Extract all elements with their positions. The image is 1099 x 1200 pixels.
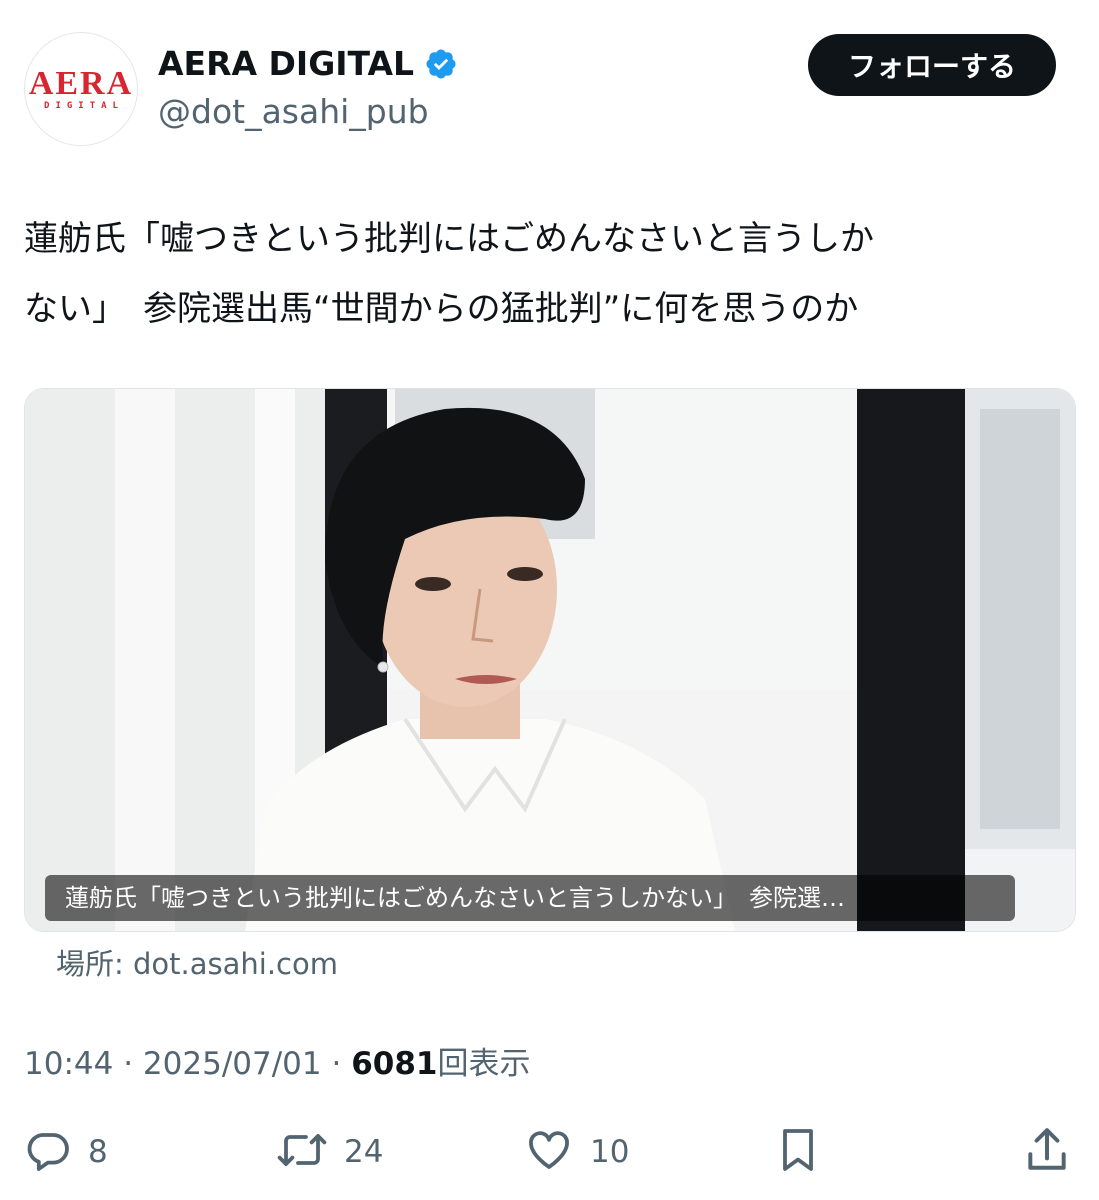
- verified-badge-icon: [424, 47, 458, 81]
- tweet-time[interactable]: 10:44: [24, 1046, 113, 1082]
- share-button[interactable]: [1024, 1120, 1070, 1184]
- link-card[interactable]: 蓮舫氏「嘘つきという批判にはごめんなさいと言うしかない」 参院選…: [24, 388, 1076, 932]
- action-bar: 8 24 10: [24, 1120, 1084, 1184]
- meta-separator: ·: [331, 1046, 342, 1082]
- article-photo: [25, 389, 1075, 931]
- tweet-meta: 10:44 · 2025/07/01 · 6081回表示: [24, 1042, 530, 1086]
- display-name[interactable]: AERA DIGITAL: [158, 42, 458, 86]
- share-icon: [1024, 1125, 1070, 1179]
- views-label: 回表示: [437, 1046, 531, 1082]
- display-name-text: AERA DIGITAL: [158, 44, 415, 83]
- heart-icon: [524, 1126, 574, 1178]
- bookmark-button[interactable]: [776, 1120, 820, 1184]
- tweet-date[interactable]: 2025/07/01: [143, 1046, 322, 1082]
- avatar-logo-subtext: DIGITAL: [44, 101, 124, 111]
- retweet-icon: [276, 1126, 328, 1178]
- tweet-text: 蓮舫氏「嘘つきという批判にはごめんなさいと言うしか ない」 参院選出馬“世間から…: [24, 219, 874, 329]
- meta-separator: ·: [123, 1046, 134, 1082]
- reply-button[interactable]: 8: [24, 1120, 108, 1184]
- card-caption: 蓮舫氏「嘘つきという批判にはごめんなさいと言うしかない」 参院選…: [45, 875, 1015, 921]
- retweet-button[interactable]: 24: [276, 1120, 383, 1184]
- like-button[interactable]: 10: [524, 1120, 629, 1184]
- card-source[interactable]: 場所: dot.asahi.com: [56, 944, 338, 984]
- retweet-count: 24: [344, 1134, 384, 1170]
- reply-icon: [24, 1126, 72, 1178]
- reply-count: 8: [88, 1134, 108, 1170]
- follow-button[interactable]: フォローする: [808, 34, 1056, 96]
- bookmark-icon: [776, 1125, 820, 1179]
- like-count: 10: [590, 1134, 630, 1170]
- views-count: 6081: [351, 1046, 438, 1082]
- handle[interactable]: @dot_asahi_pub: [158, 90, 429, 134]
- avatar-logo-text: AERA: [28, 65, 134, 102]
- avatar[interactable]: AERA DIGITAL: [24, 32, 138, 146]
